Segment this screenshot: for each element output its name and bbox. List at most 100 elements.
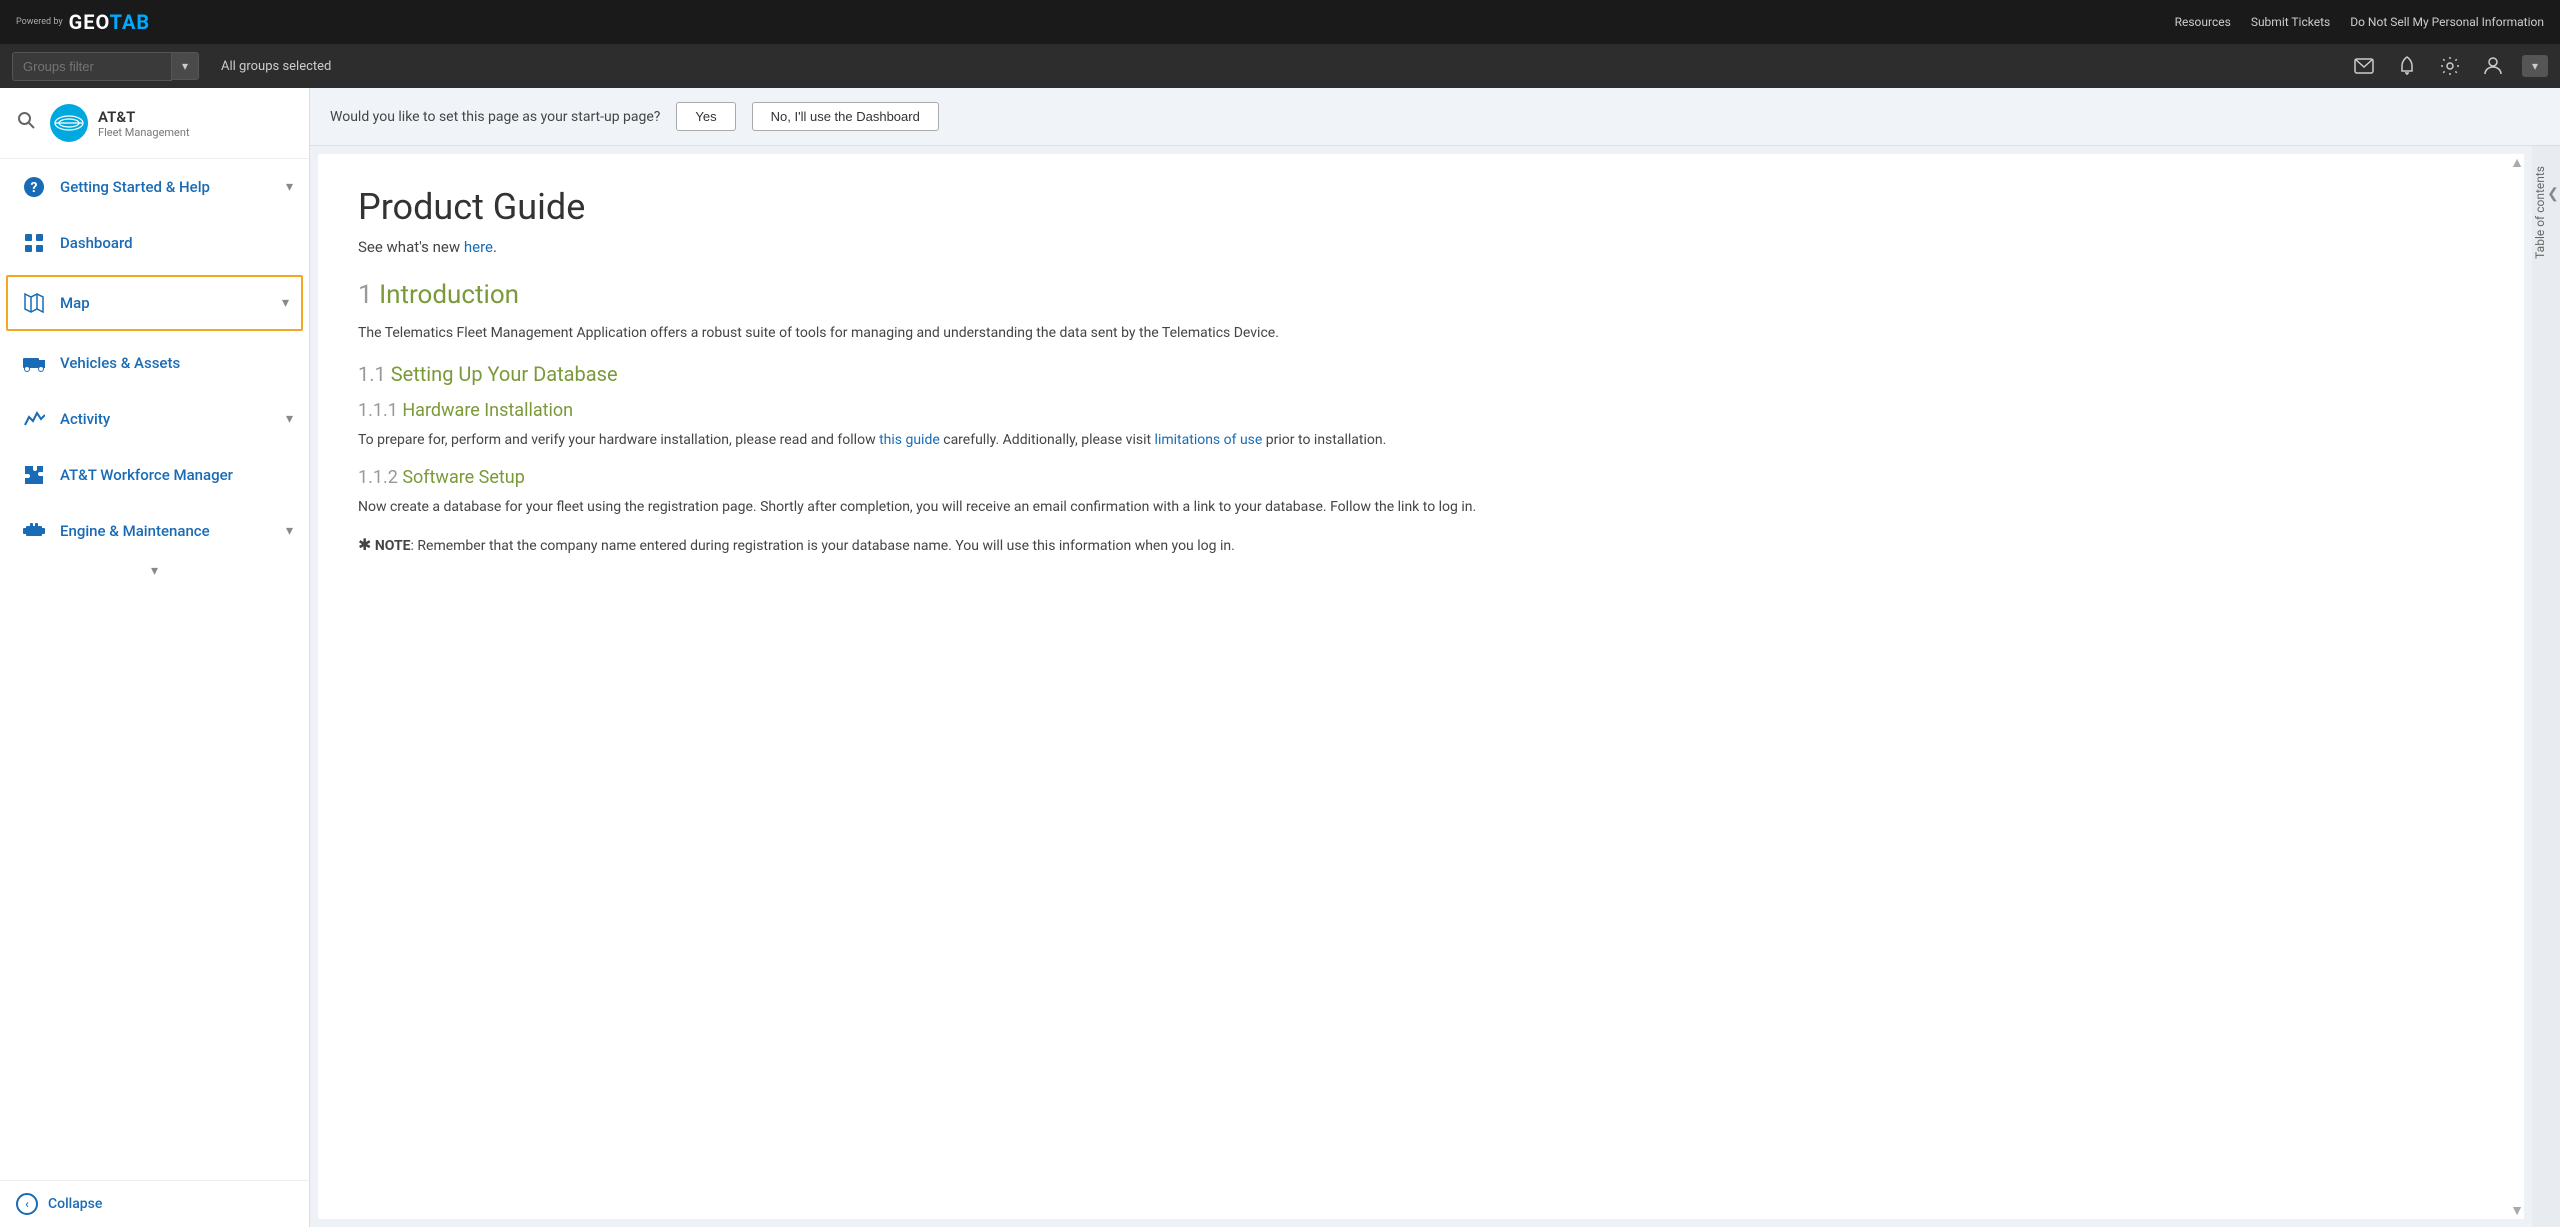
att-workforce-label: AT&T Workforce Manager <box>60 466 233 484</box>
mail-icon-button[interactable] <box>2350 54 2378 78</box>
engine-icon <box>20 517 48 545</box>
product-guide-title: Product Guide <box>358 186 2476 228</box>
section-1-1-num: 1.1 <box>358 362 391 386</box>
no-dashboard-button[interactable]: No, I'll use the Dashboard <box>752 102 939 131</box>
note-text: ✱ NOTE: Remember that the company name e… <box>358 531 2476 559</box>
map-expand-icon: ▾ <box>282 295 289 311</box>
notification-bell-button[interactable] <box>2394 52 2420 80</box>
section-1-1-2-title: Software Setup <box>402 467 525 488</box>
section-1-1-1-body: To prepare for, perform and verify your … <box>358 429 2476 453</box>
logo-tab: TAB <box>110 10 151 34</box>
hardware-body-post: prior to installation. <box>1262 432 1386 448</box>
logo-geo: GEO <box>69 10 110 34</box>
activity-label: Activity <box>60 410 110 428</box>
sidebar-item-activity[interactable]: Activity ▾ <box>0 391 309 447</box>
section-1-heading: 1 Introduction <box>358 280 2476 310</box>
logo-text: GEOTAB <box>69 10 151 34</box>
sidebar-navigation: ? Getting Started & Help ▾ Dashboard <box>0 159 309 1180</box>
vehicles-label: Vehicles & Assets <box>60 354 180 372</box>
sidebar-item-engine[interactable]: Engine & Maintenance ▾ <box>0 503 309 559</box>
section-1-title: Introduction <box>379 280 519 310</box>
sidebar-item-vehicles[interactable]: Vehicles & Assets <box>0 335 309 391</box>
section-1-1-2-body: Now create a database for your fleet usi… <box>358 496 2476 520</box>
hardware-body-pre: To prepare for, perform and verify your … <box>358 432 879 448</box>
this-guide-link[interactable]: this guide <box>879 432 940 448</box>
user-profile-button[interactable] <box>2480 52 2506 80</box>
collapse-icon: ‹ <box>16 1193 38 1215</box>
content-area: Would you like to set this page as your … <box>310 88 2560 1227</box>
groups-filter-dropdown-button[interactable]: ▾ <box>172 52 199 80</box>
second-bar-icons: ▾ <box>2350 52 2548 80</box>
engine-label: Engine & Maintenance <box>60 522 210 540</box>
table-of-contents-sidebar: Table of contents ❮ <box>2532 146 2560 1227</box>
user-dropdown[interactable]: ▾ <box>2522 55 2548 77</box>
section-1-1-heading: 1.1 Setting Up Your Database <box>358 362 2476 386</box>
main-layout: AT&T Fleet Management ? Getting Started … <box>0 88 2560 1227</box>
product-guide-content: Product Guide See what's new here. 1 Int… <box>318 154 2524 1219</box>
truck-icon <box>20 349 48 377</box>
svg-text:?: ? <box>31 180 38 196</box>
section-1-1-title: Setting Up Your Database <box>391 362 618 386</box>
startup-question-text: Would you like to set this page as your … <box>330 109 660 125</box>
sidebar: AT&T Fleet Management ? Getting Started … <box>0 88 310 1227</box>
sidebar-collapse-button[interactable]: ‹ Collapse <box>0 1180 309 1227</box>
section-1-1-2-num: 1.1.2 <box>358 467 402 488</box>
sidebar-header: AT&T Fleet Management <box>0 88 309 159</box>
activity-expand-icon: ▾ <box>286 411 293 427</box>
second-navigation-bar: ▾ All groups selected <box>0 44 2560 88</box>
sidebar-item-map[interactable]: Map ▾ <box>6 275 303 331</box>
section-1-1-1-num: 1.1.1 <box>358 400 402 421</box>
nav-expand-icon: ▾ <box>286 179 293 195</box>
resources-link[interactable]: Resources <box>2175 15 2231 29</box>
here-link[interactable]: here <box>464 238 493 256</box>
all-groups-selected-text: All groups selected <box>221 59 331 74</box>
sidebar-item-getting-started[interactable]: ? Getting Started & Help ▾ <box>0 159 309 215</box>
subtitle-post-text: . <box>493 238 497 256</box>
note-star: ✱ <box>358 535 371 554</box>
startup-banner: Would you like to set this page as your … <box>310 88 2560 146</box>
sidebar-scroll-down[interactable]: ▾ <box>0 559 309 583</box>
engine-expand-icon: ▾ <box>286 523 293 539</box>
yes-button[interactable]: Yes <box>676 102 735 131</box>
settings-gear-button[interactable] <box>2436 52 2464 80</box>
att-logo: AT&T Fleet Management <box>50 104 190 142</box>
section-1-1-1-heading: 1.1.1 Hardware Installation <box>358 400 2476 421</box>
subtitle-pre-text: See what's new <box>358 238 464 256</box>
section-1-body: The Telematics Fleet Management Applicat… <box>358 322 2476 346</box>
map-icon <box>20 289 48 317</box>
question-circle-icon: ? <box>20 173 48 201</box>
sidebar-item-dashboard[interactable]: Dashboard <box>0 215 309 271</box>
do-not-sell-link[interactable]: Do Not Sell My Personal Information <box>2350 15 2544 29</box>
table-of-contents-label[interactable]: Table of contents <box>2533 166 2547 259</box>
submit-tickets-link[interactable]: Submit Tickets <box>2251 15 2330 29</box>
main-content-wrapper: ▲ ▼ Product Guide See what's new here. 1… <box>310 146 2560 1227</box>
puzzle-icon <box>20 461 48 489</box>
dashboard-icon <box>20 229 48 257</box>
section-1-num: 1 <box>358 280 379 310</box>
top-navigation-bar: Powered by GEOTAB Resources Submit Ticke… <box>0 0 2560 44</box>
company-subtitle: Fleet Management <box>98 126 190 139</box>
section-1-1-1-title: Hardware Installation <box>402 400 573 421</box>
sidebar-item-att-workforce[interactable]: AT&T Workforce Manager <box>0 447 309 503</box>
collapse-label: Collapse <box>48 1196 102 1212</box>
section-1-1-2-heading: 1.1.2 Software Setup <box>358 467 2476 488</box>
logo-area: Powered by GEOTAB <box>16 10 150 34</box>
att-text: AT&T Fleet Management <box>98 108 190 139</box>
toc-collapse-arrow[interactable]: ❮ <box>2547 186 2559 202</box>
geotab-logo: Powered by GEOTAB <box>16 10 150 34</box>
company-name: AT&T <box>98 108 190 126</box>
activity-chart-icon <box>20 405 48 433</box>
map-label: Map <box>60 294 90 312</box>
top-bar-links: Resources Submit Tickets Do Not Sell My … <box>2175 15 2544 29</box>
note-bold: NOTE <box>375 538 411 554</box>
scroll-up-indicator[interactable]: ▲ <box>2510 154 2524 171</box>
groups-filter-input[interactable] <box>12 52 172 81</box>
user-name-text: ▾ <box>2532 59 2538 73</box>
limitations-of-use-link[interactable]: limitations of use <box>1155 432 1263 448</box>
dashboard-label: Dashboard <box>60 234 133 252</box>
product-guide-subtitle: See what's new here. <box>358 238 2476 256</box>
search-button[interactable] <box>14 108 38 138</box>
note-body: Remember that the company name entered d… <box>417 538 1234 554</box>
scroll-down-indicator[interactable]: ▼ <box>2510 1202 2524 1219</box>
groups-filter-wrapper: ▾ <box>12 52 199 81</box>
